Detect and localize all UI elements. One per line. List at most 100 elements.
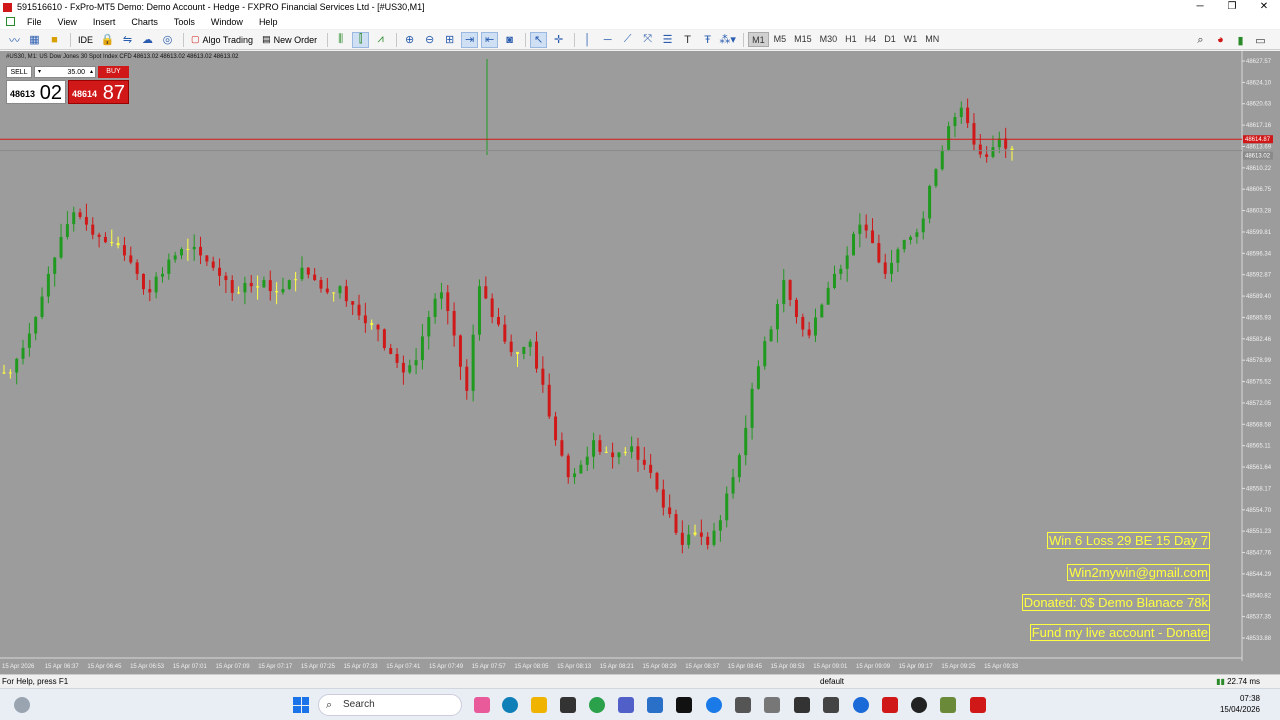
- zoom-in-icon[interactable]: ⊕: [401, 32, 418, 48]
- candle-body: [858, 224, 862, 234]
- chart-window-icon[interactable]: [6, 17, 15, 26]
- file-explorer-icon[interactable]: [531, 697, 547, 713]
- cloud-icon[interactable]: ☁: [139, 32, 156, 48]
- candlestick-icon[interactable]: ⫿: [352, 31, 370, 48]
- menu-file[interactable]: File: [19, 17, 50, 27]
- algo-trading-button[interactable]: ▢ Algo Trading: [188, 32, 256, 48]
- tf-h4[interactable]: H4: [862, 32, 880, 47]
- fxpro-icon-2[interactable]: [970, 697, 986, 713]
- signal-icon[interactable]: ▮: [1232, 32, 1249, 48]
- menu-view[interactable]: View: [50, 17, 85, 27]
- app-icon-3[interactable]: [794, 697, 810, 713]
- candle-body: [871, 230, 875, 244]
- menu-window[interactable]: Window: [203, 17, 251, 27]
- buy-button[interactable]: BUY: [98, 66, 129, 78]
- app-icon-5[interactable]: [853, 697, 869, 713]
- candle-body: [91, 224, 95, 235]
- screenshot-icon[interactable]: ◙: [501, 32, 518, 48]
- tf-w1[interactable]: W1: [901, 32, 921, 47]
- new-order-button[interactable]: ▤ New Order: [259, 32, 320, 48]
- chart-type-icon[interactable]: 〰: [6, 32, 23, 48]
- facebook-icon[interactable]: [706, 697, 722, 713]
- lot-decrease-icon[interactable]: ▾: [38, 67, 41, 78]
- app-icon-4[interactable]: [823, 697, 839, 713]
- x-tick-label: 15 Apr 09:33: [984, 664, 1019, 670]
- x-tick-label: 15 Apr 09:09: [856, 664, 891, 670]
- vertical-line-icon[interactable]: │: [579, 32, 596, 48]
- tester-icon[interactable]: ⇋: [119, 32, 136, 48]
- cursor-icon[interactable]: ↖: [530, 31, 548, 48]
- app-icon-6[interactable]: [911, 697, 927, 713]
- text-icon[interactable]: T: [679, 32, 696, 48]
- widgets-icon[interactable]: [14, 697, 30, 713]
- candle-body: [376, 324, 380, 330]
- candle-body: [382, 329, 386, 349]
- text-label-icon[interactable]: Ŧ: [699, 32, 716, 48]
- price-chart[interactable]: 48627.57 48624.10 48620.63 48617.16 48613.69…: [0, 51, 1280, 674]
- restore-button[interactable]: ❐: [1216, 0, 1248, 14]
- template-icon[interactable]: ▦: [26, 32, 43, 48]
- lot-increase-icon[interactable]: ▴: [90, 67, 93, 78]
- store-icon[interactable]: [560, 697, 576, 713]
- chrome-icon[interactable]: [589, 697, 605, 713]
- fxpro-mt5-icon[interactable]: [882, 697, 898, 713]
- candle-body: [243, 282, 247, 293]
- app-icon-7[interactable]: [940, 697, 956, 713]
- candle-body: [832, 273, 836, 288]
- tf-d1[interactable]: D1: [881, 32, 899, 47]
- horizontal-line-icon[interactable]: ─: [599, 32, 616, 48]
- taskbar-search[interactable]: ⌕ Search: [318, 694, 462, 716]
- tf-m15[interactable]: M15: [791, 32, 815, 47]
- lot-size-input[interactable]: ▾ 35.00 ▴: [34, 66, 96, 78]
- autoscroll-icon[interactable]: ⇥: [461, 31, 479, 48]
- tf-m30[interactable]: M30: [817, 32, 841, 47]
- trendline-icon[interactable]: ⟋: [619, 32, 636, 48]
- app-icon-2[interactable]: [764, 697, 780, 713]
- candle-body: [427, 317, 431, 337]
- crosshair-icon[interactable]: ✛: [550, 32, 567, 48]
- candle-body: [775, 304, 779, 330]
- system-clock[interactable]: 07:38 15/04/2026: [1220, 693, 1260, 715]
- zoom-out-icon[interactable]: ⊖: [421, 32, 438, 48]
- bid-price-box[interactable]: 48613 02: [6, 80, 66, 104]
- candle-body: [737, 455, 741, 478]
- taskbar: ⌕ Search 07:38 15/04/2026: [0, 688, 1280, 720]
- close-button[interactable]: ✕: [1248, 0, 1280, 14]
- menu-charts[interactable]: Charts: [123, 17, 166, 27]
- network-icon[interactable]: ◎: [159, 32, 176, 48]
- bar-chart-icon[interactable]: ⫼: [332, 32, 349, 48]
- teams-icon[interactable]: [618, 697, 634, 713]
- edge-icon[interactable]: [502, 697, 518, 713]
- start-icon[interactable]: [293, 697, 309, 713]
- app-icon-1[interactable]: [735, 697, 751, 713]
- drawing-tools-icon[interactable]: ⤧: [639, 32, 656, 48]
- tf-m1[interactable]: M1: [748, 32, 769, 47]
- candle-body: [471, 334, 475, 391]
- tile-windows-icon[interactable]: ⊞: [441, 32, 458, 48]
- steam-icon[interactable]: [676, 697, 692, 713]
- profiles-icon[interactable]: ■: [46, 32, 63, 48]
- search-icon[interactable]: ⌕: [1192, 32, 1209, 48]
- minimize-button[interactable]: ─: [1184, 0, 1216, 14]
- chart-shift-icon[interactable]: ⇤: [481, 31, 499, 48]
- tf-h1[interactable]: H1: [842, 32, 860, 47]
- tf-m5[interactable]: M5: [771, 32, 790, 47]
- menu-insert[interactable]: Insert: [85, 17, 124, 27]
- layout-icon[interactable]: ▭: [1252, 32, 1269, 48]
- candle-body: [446, 292, 450, 311]
- channel-icon[interactable]: ☰: [659, 32, 676, 48]
- candle-body: [959, 107, 963, 118]
- tf-mn[interactable]: MN: [922, 32, 942, 47]
- candle-body: [332, 292, 336, 294]
- menu-tools[interactable]: Tools: [166, 17, 203, 27]
- line-chart-icon[interactable]: ⩘: [372, 32, 389, 48]
- sell-button[interactable]: SELL: [6, 66, 32, 78]
- ask-price-box[interactable]: 48614 87: [68, 80, 129, 104]
- ide-button[interactable]: IDE: [75, 32, 96, 48]
- menu-help[interactable]: Help: [251, 17, 286, 27]
- shapes-icon[interactable]: ⁂▾: [719, 32, 736, 48]
- word-icon[interactable]: [647, 697, 663, 713]
- candle-body: [230, 280, 234, 293]
- copilot-icon[interactable]: [474, 697, 490, 713]
- lock-icon[interactable]: 🔒: [99, 32, 116, 48]
